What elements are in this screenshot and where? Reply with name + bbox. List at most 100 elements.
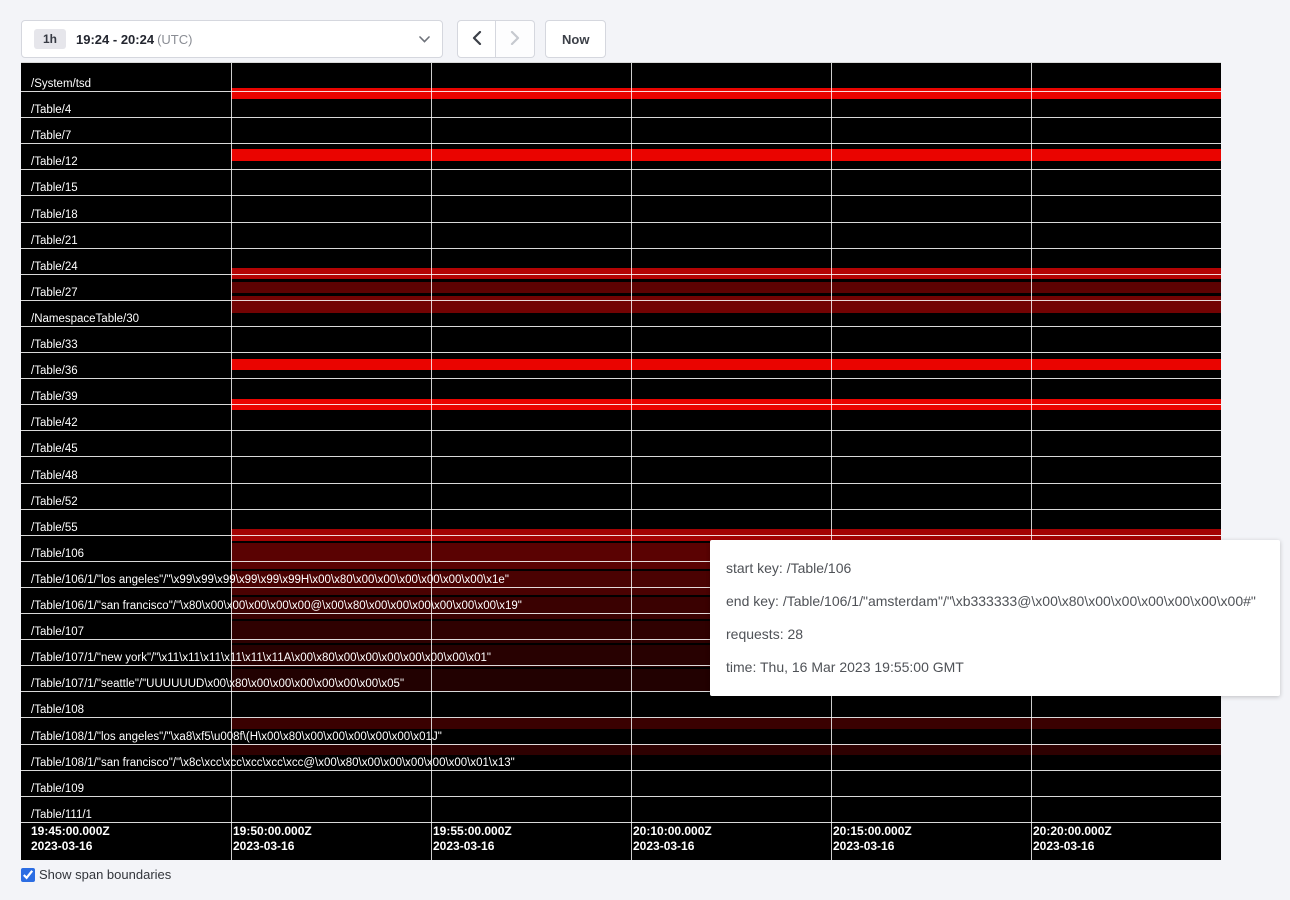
time-gridline — [631, 63, 632, 860]
key-span-label: /Table/27 — [31, 287, 78, 300]
tick-time: 20:20:00.000Z — [1033, 824, 1112, 839]
tick-time: 20:10:00.000Z — [633, 824, 712, 839]
span-boundary-line — [21, 352, 1221, 353]
key-span-label: /Table/18 — [31, 209, 78, 222]
tick-time: 19:50:00.000Z — [233, 824, 312, 839]
key-span-label: /Table/33 — [31, 339, 78, 352]
tooltip-line: requests: 28 — [726, 618, 1264, 651]
span-boundary-line — [21, 717, 1221, 718]
previous-time-button[interactable] — [457, 20, 496, 58]
time-range-value: 19:24 - 20:24 — [76, 32, 154, 47]
key-span-label: /Table/107 — [31, 626, 84, 639]
key-span-label: /Table/42 — [31, 417, 78, 430]
chevron-left-icon — [472, 31, 482, 48]
heat-band[interactable] — [231, 296, 1221, 313]
span-boundary-line — [21, 300, 1221, 301]
span-boundary-line — [21, 796, 1221, 797]
key-span-label: /Table/4 — [31, 104, 71, 117]
timezone-label: (UTC) — [157, 32, 192, 47]
time-range-label: 19:24 - 20:24(UTC) — [76, 32, 192, 47]
x-axis-tick-label: 20:15:00.000Z2023-03-16 — [833, 824, 912, 854]
key-span-label: /Table/12 — [31, 156, 78, 169]
now-button[interactable]: Now — [545, 20, 606, 58]
x-axis-tick-label: 19:55:00.000Z2023-03-16 — [433, 824, 512, 854]
key-span-label: /Table/45 — [31, 443, 78, 456]
span-boundary-line — [21, 91, 1221, 92]
tooltip-line: time: Thu, 16 Mar 2023 19:55:00 GMT — [726, 651, 1264, 684]
x-axis-tick-label: 20:10:00.000Z2023-03-16 — [633, 824, 712, 854]
span-boundary-line — [21, 509, 1221, 510]
time-gridline — [831, 63, 832, 860]
key-span-label: /Table/21 — [31, 235, 78, 248]
key-span-label: /System/tsd — [31, 78, 91, 91]
toolbar: 1h 19:24 - 20:24(UTC) Now — [21, 20, 606, 58]
key-span-label: /NamespaceTable/30 — [31, 313, 139, 326]
span-boundary-line — [21, 483, 1221, 484]
key-span-label: /Table/108/1/"los angeles"/"\xa8\xf5\u00… — [31, 731, 442, 744]
span-boundary-line — [21, 744, 1221, 745]
span-boundary-line — [21, 222, 1221, 223]
span-boundary-line — [21, 326, 1221, 327]
span-boundary-line — [21, 143, 1221, 144]
key-span-label: /Table/48 — [31, 470, 78, 483]
span-boundary-line — [21, 430, 1221, 431]
key-span-label: /Table/36 — [31, 365, 78, 378]
tick-date: 2023-03-16 — [1033, 839, 1112, 854]
heat-band[interactable] — [231, 88, 1221, 99]
chevron-right-icon — [510, 31, 520, 48]
key-span-label: /Table/108/1/"san francisco"/"\x8c\xcc\x… — [31, 757, 515, 770]
key-span-label: /Table/111/1 — [31, 809, 92, 822]
key-span-label: /Table/7 — [31, 130, 71, 143]
time-range-selector[interactable]: 1h 19:24 - 20:24(UTC) — [21, 20, 443, 58]
show-span-boundaries-label: Show span boundaries — [39, 867, 171, 882]
next-time-button[interactable] — [496, 20, 535, 58]
key-span-label: /Table/24 — [31, 261, 78, 274]
time-nav-group — [457, 20, 535, 58]
tick-time: 19:45:00.000Z — [31, 824, 110, 839]
heat-band[interactable] — [231, 149, 1221, 161]
heatmap-canvas[interactable]: /System/tsd/Table/4/Table/7/Table/12/Tab… — [21, 62, 1221, 860]
key-span-label: /Table/52 — [31, 496, 78, 509]
time-gridline — [1031, 63, 1032, 860]
tick-date: 2023-03-16 — [233, 839, 312, 854]
duration-badge: 1h — [34, 29, 66, 49]
span-boundary-line — [21, 274, 1221, 275]
key-span-label: /Table/107/1/"new york"/"\x11\x11\x11\x1… — [31, 652, 491, 665]
heat-band[interactable] — [231, 359, 1221, 370]
key-span-label: /Table/107/1/"seattle"/"UUUUUUD\x00\x80\… — [31, 678, 404, 691]
key-span-label: /Table/106/1/"san francisco"/"\x80\x00\x… — [31, 600, 522, 613]
span-boundary-line — [21, 378, 1221, 379]
tick-date: 2023-03-16 — [633, 839, 712, 854]
span-boundary-line — [21, 770, 1221, 771]
key-span-label: /Table/15 — [31, 182, 78, 195]
x-axis-tick-label: 19:45:00.000Z2023-03-16 — [31, 824, 110, 854]
tick-time: 20:15:00.000Z — [833, 824, 912, 839]
x-axis-tick-label: 19:50:00.000Z2023-03-16 — [233, 824, 312, 854]
span-boundary-line — [21, 195, 1221, 196]
span-boundaries-control: Show span boundaries — [21, 867, 171, 882]
show-span-boundaries-checkbox[interactable] — [21, 868, 35, 882]
tooltip-line: start key: /Table/106 — [726, 552, 1264, 585]
span-boundary-line — [21, 117, 1221, 118]
span-boundary-line — [21, 404, 1221, 405]
key-span-label: /Table/108 — [31, 704, 84, 717]
span-boundary-line — [21, 248, 1221, 249]
tick-date: 2023-03-16 — [31, 839, 110, 854]
span-boundary-line — [21, 169, 1221, 170]
key-span-label: /Table/109 — [31, 783, 84, 796]
chevron-down-icon — [419, 36, 430, 43]
span-boundary-line — [21, 822, 1221, 823]
key-span-label: /Table/55 — [31, 522, 78, 535]
key-span-label: /Table/106/1/"los angeles"/"\x99\x99\x99… — [31, 574, 509, 587]
heat-band[interactable] — [231, 718, 1221, 729]
tick-date: 2023-03-16 — [833, 839, 912, 854]
heat-band[interactable] — [231, 282, 1221, 293]
key-span-label: /Table/39 — [31, 391, 78, 404]
heat-band[interactable] — [231, 744, 1221, 755]
span-boundary-line — [21, 535, 1221, 536]
hover-tooltip: start key: /Table/106end key: /Table/106… — [710, 540, 1280, 696]
x-axis-tick-label: 20:20:00.000Z2023-03-16 — [1033, 824, 1112, 854]
key-span-label: /Table/106 — [31, 548, 84, 561]
tick-date: 2023-03-16 — [433, 839, 512, 854]
span-boundary-line — [21, 456, 1221, 457]
